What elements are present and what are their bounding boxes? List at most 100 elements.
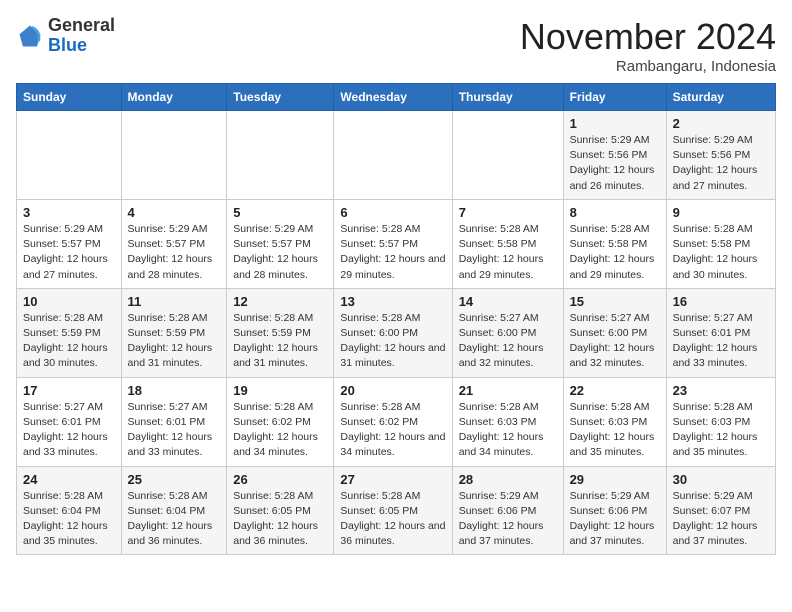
day-info: Sunrise: 5:29 AM Sunset: 5:56 PM Dayligh… (673, 133, 769, 194)
day-number: 18 (128, 383, 221, 398)
day-info: Sunrise: 5:29 AM Sunset: 5:57 PM Dayligh… (23, 222, 115, 283)
day-info: Sunrise: 5:28 AM Sunset: 5:59 PM Dayligh… (128, 311, 221, 372)
title-block: November 2024 Rambangaru, Indonesia (520, 16, 776, 75)
day-info: Sunrise: 5:29 AM Sunset: 5:56 PM Dayligh… (570, 133, 660, 194)
day-number: 28 (459, 472, 557, 487)
calendar-cell: 21 Sunrise: 5:28 AM Sunset: 6:03 PM Dayli… (452, 377, 563, 466)
day-info: Sunrise: 5:28 AM Sunset: 5:59 PM Dayligh… (233, 311, 327, 372)
logo-icon (16, 22, 44, 50)
calendar-cell: 3 Sunrise: 5:29 AM Sunset: 5:57 PM Daylig… (17, 199, 122, 288)
day-number: 16 (673, 294, 769, 309)
calendar-cell: 30 Sunrise: 5:29 AM Sunset: 6:07 PM Dayli… (666, 466, 775, 555)
day-info: Sunrise: 5:28 AM Sunset: 5:58 PM Dayligh… (570, 222, 660, 283)
logo: General Blue (16, 16, 115, 56)
calendar-cell: 12 Sunrise: 5:28 AM Sunset: 5:59 PM Dayli… (227, 288, 334, 377)
calendar-cell: 16 Sunrise: 5:27 AM Sunset: 6:01 PM Dayli… (666, 288, 775, 377)
location: Rambangaru, Indonesia (520, 58, 776, 75)
day-number: 1 (570, 116, 660, 131)
calendar-cell: 29 Sunrise: 5:29 AM Sunset: 6:06 PM Dayli… (563, 466, 666, 555)
calendar-week-2: 3 Sunrise: 5:29 AM Sunset: 5:57 PM Daylig… (17, 199, 776, 288)
calendar-cell: 26 Sunrise: 5:28 AM Sunset: 6:05 PM Dayli… (227, 466, 334, 555)
day-number: 26 (233, 472, 327, 487)
calendar-table: SundayMondayTuesdayWednesdayThursdayFrid… (16, 83, 776, 555)
day-number: 11 (128, 294, 221, 309)
logo-general: General (48, 15, 115, 35)
weekday-header-friday: Friday (563, 84, 666, 111)
calendar-cell: 17 Sunrise: 5:27 AM Sunset: 6:01 PM Dayli… (17, 377, 122, 466)
calendar-cell: 11 Sunrise: 5:28 AM Sunset: 5:59 PM Dayli… (121, 288, 227, 377)
calendar-cell: 8 Sunrise: 5:28 AM Sunset: 5:58 PM Daylig… (563, 199, 666, 288)
day-number: 10 (23, 294, 115, 309)
day-number: 23 (673, 383, 769, 398)
day-info: Sunrise: 5:28 AM Sunset: 6:04 PM Dayligh… (128, 489, 221, 550)
day-number: 5 (233, 205, 327, 220)
day-info: Sunrise: 5:27 AM Sunset: 6:01 PM Dayligh… (23, 400, 115, 461)
calendar-cell: 18 Sunrise: 5:27 AM Sunset: 6:01 PM Dayli… (121, 377, 227, 466)
calendar-cell: 2 Sunrise: 5:29 AM Sunset: 5:56 PM Daylig… (666, 111, 775, 200)
day-number: 12 (233, 294, 327, 309)
calendar-cell: 9Sunrise: 5:28 AM Sunset: 5:58 PM Daylig… (666, 199, 775, 288)
calendar-cell: 7 Sunrise: 5:28 AM Sunset: 5:58 PM Daylig… (452, 199, 563, 288)
day-number: 17 (23, 383, 115, 398)
calendar-cell: 13 Sunrise: 5:28 AM Sunset: 6:00 PM Dayli… (334, 288, 452, 377)
day-number: 14 (459, 294, 557, 309)
day-info: Sunrise: 5:27 AM Sunset: 6:00 PM Dayligh… (570, 311, 660, 372)
weekday-header-saturday: Saturday (666, 84, 775, 111)
logo-blue: Blue (48, 35, 87, 55)
day-number: 2 (673, 116, 769, 131)
day-info: Sunrise: 5:28 AM Sunset: 6:00 PM Dayligh… (340, 311, 445, 372)
calendar-week-4: 17 Sunrise: 5:27 AM Sunset: 6:01 PM Dayli… (17, 377, 776, 466)
day-info: Sunrise: 5:28 AM Sunset: 5:58 PM Dayligh… (459, 222, 557, 283)
day-number: 13 (340, 294, 445, 309)
calendar-cell: 1 Sunrise: 5:29 AM Sunset: 5:56 PM Daylig… (563, 111, 666, 200)
calendar-cell: 23 Sunrise: 5:28 AM Sunset: 6:03 PM Dayli… (666, 377, 775, 466)
calendar-cell (334, 111, 452, 200)
weekday-header-wednesday: Wednesday (334, 84, 452, 111)
calendar-cell (121, 111, 227, 200)
day-number: 29 (570, 472, 660, 487)
day-number: 22 (570, 383, 660, 398)
day-number: 19 (233, 383, 327, 398)
day-info: Sunrise: 5:27 AM Sunset: 6:01 PM Dayligh… (673, 311, 769, 372)
day-info: Sunrise: 5:29 AM Sunset: 6:06 PM Dayligh… (570, 489, 660, 550)
day-number: 15 (570, 294, 660, 309)
weekday-header-monday: Monday (121, 84, 227, 111)
calendar-cell: 15 Sunrise: 5:27 AM Sunset: 6:00 PM Dayli… (563, 288, 666, 377)
day-info: Sunrise: 5:28 AM Sunset: 6:04 PM Dayligh… (23, 489, 115, 550)
day-info: Sunrise: 5:27 AM Sunset: 6:00 PM Dayligh… (459, 311, 557, 372)
weekday-header-sunday: Sunday (17, 84, 122, 111)
day-info: Sunrise: 5:28 AM Sunset: 6:03 PM Dayligh… (673, 400, 769, 461)
day-number: 7 (459, 205, 557, 220)
day-number: 24 (23, 472, 115, 487)
calendar-cell: 20Sunrise: 5:28 AM Sunset: 6:02 PM Dayli… (334, 377, 452, 466)
day-number: 20 (340, 383, 445, 398)
calendar-week-1: 1 Sunrise: 5:29 AM Sunset: 5:56 PM Daylig… (17, 111, 776, 200)
calendar-cell: 25Sunrise: 5:28 AM Sunset: 6:04 PM Dayli… (121, 466, 227, 555)
day-info: Sunrise: 5:29 AM Sunset: 5:57 PM Dayligh… (128, 222, 221, 283)
calendar-cell (227, 111, 334, 200)
weekday-header-row: SundayMondayTuesdayWednesdayThursdayFrid… (17, 84, 776, 111)
calendar-cell: 14 Sunrise: 5:27 AM Sunset: 6:00 PM Dayli… (452, 288, 563, 377)
day-info: Sunrise: 5:28 AM Sunset: 5:57 PM Dayligh… (340, 222, 445, 283)
day-number: 21 (459, 383, 557, 398)
calendar-cell: 10 Sunrise: 5:28 AM Sunset: 5:59 PM Dayli… (17, 288, 122, 377)
calendar-week-3: 10 Sunrise: 5:28 AM Sunset: 5:59 PM Dayli… (17, 288, 776, 377)
day-number: 30 (673, 472, 769, 487)
calendar-cell (452, 111, 563, 200)
day-number: 8 (570, 205, 660, 220)
day-number: 27 (340, 472, 445, 487)
day-info: Sunrise: 5:29 AM Sunset: 6:06 PM Dayligh… (459, 489, 557, 550)
day-info: Sunrise: 5:29 AM Sunset: 5:57 PM Dayligh… (233, 222, 327, 283)
day-info: Sunrise: 5:28 AM Sunset: 6:03 PM Dayligh… (459, 400, 557, 461)
calendar-cell: 24 Sunrise: 5:28 AM Sunset: 6:04 PM Dayli… (17, 466, 122, 555)
day-number: 3 (23, 205, 115, 220)
calendar-week-5: 24 Sunrise: 5:28 AM Sunset: 6:04 PM Dayli… (17, 466, 776, 555)
calendar-cell (17, 111, 122, 200)
day-info: Sunrise: 5:29 AM Sunset: 6:07 PM Dayligh… (673, 489, 769, 550)
day-info: Sunrise: 5:27 AM Sunset: 6:01 PM Dayligh… (128, 400, 221, 461)
day-info: Sunrise: 5:28 AM Sunset: 6:05 PM Dayligh… (233, 489, 327, 550)
day-info: Sunrise: 5:28 AM Sunset: 5:59 PM Dayligh… (23, 311, 115, 372)
calendar-cell: 5 Sunrise: 5:29 AM Sunset: 5:57 PM Daylig… (227, 199, 334, 288)
calendar-cell: 4Sunrise: 5:29 AM Sunset: 5:57 PM Daylig… (121, 199, 227, 288)
calendar-cell: 19Sunrise: 5:28 AM Sunset: 6:02 PM Dayli… (227, 377, 334, 466)
